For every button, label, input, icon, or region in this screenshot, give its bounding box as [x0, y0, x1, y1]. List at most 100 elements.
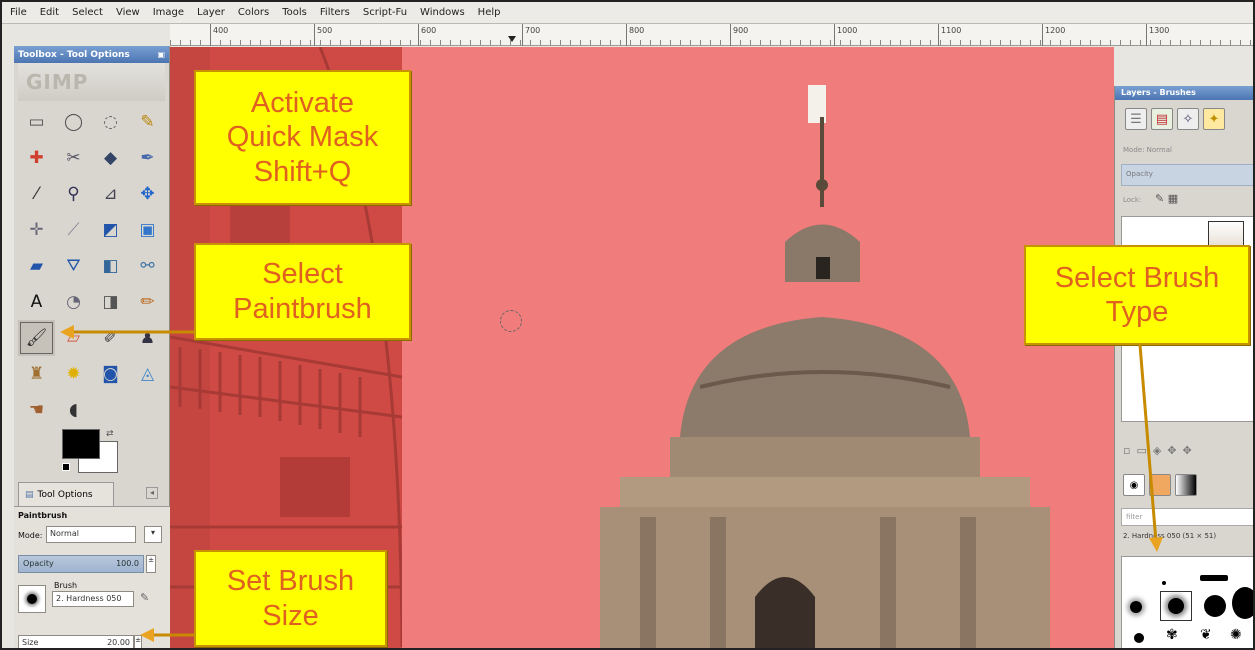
color-select-tool-button[interactable]: ✚ — [18, 140, 55, 176]
tab-layers[interactable]: ☰ — [1125, 108, 1147, 130]
move-tool-button[interactable]: ✥ — [129, 176, 166, 212]
menu-tools[interactable]: Tools — [282, 7, 307, 18]
tab-undo[interactable]: ✦ — [1203, 108, 1225, 130]
swap-colors-icon[interactable]: ⇄ — [106, 429, 114, 439]
ruler-major-tick — [730, 24, 731, 46]
menu-select[interactable]: Select — [72, 7, 103, 18]
eraser-tool-button[interactable]: ▱ — [55, 320, 92, 356]
tool-options-tab-label: Tool Options — [37, 489, 93, 500]
size-spin-icon[interactable]: ± — [134, 635, 142, 648]
zoom-tool-button[interactable]: ⚲ — [55, 176, 92, 212]
blur-sharpen-tool-button[interactable]: ◬ — [129, 356, 166, 392]
ruler-label: 600 — [421, 26, 437, 35]
menubar: File Edit Select View Image Layer Colors Tools F… — [2, 2, 1253, 24]
scale-tool-button[interactable]: ▣ — [129, 212, 166, 248]
opacity-slider[interactable]: Opacity 100.0 — [18, 555, 144, 573]
menu-file[interactable]: File — [10, 7, 27, 18]
brush-name-field[interactable]: 2. Hardness 050 — [52, 591, 134, 607]
size-field[interactable]: Size 20.00 — [18, 635, 134, 648]
size-label: Size — [22, 638, 39, 647]
paths-tool-button[interactable]: ✒ — [129, 140, 166, 176]
scissors-tool-button[interactable]: ✂ — [55, 140, 92, 176]
flip-icon: ◧ — [102, 255, 119, 276]
gimp-window: File Edit Select View Image Layer Colors Tools F… — [0, 0, 1255, 650]
brush-item[interactable] — [1232, 587, 1253, 619]
rect-select-tool-button[interactable]: ▭ — [18, 104, 55, 140]
close-icon[interactable]: ▣ — [157, 50, 165, 59]
tab-channels[interactable]: ▤ — [1151, 108, 1173, 130]
color-picker-tool-button[interactable]: ⁄ — [18, 176, 55, 212]
tab-menu-icon[interactable]: ◂ — [146, 487, 158, 499]
text-tool-button[interactable]: A — [18, 284, 55, 320]
toolbox-title: Toolbox - Tool Options — [18, 49, 130, 60]
paintbrush-tool-button[interactable]: 🖌 — [18, 320, 55, 356]
brush-item[interactable] — [1162, 581, 1166, 585]
menu-filters[interactable]: Filters — [320, 7, 350, 18]
reset-colors-icon[interactable] — [62, 463, 70, 471]
ruler-major-tick — [834, 24, 835, 46]
brush-item[interactable]: ✾ — [1166, 627, 1178, 643]
ellipse-select-tool-button[interactable]: ◯ — [55, 104, 92, 140]
brush-item[interactable]: ❦ — [1200, 627, 1212, 643]
selected-brush-item[interactable] — [1168, 598, 1184, 614]
brushes-grid[interactable]: ✾ ❦ ✺ — [1121, 556, 1253, 648]
foreground-select-tool-button[interactable]: ◆ — [92, 140, 129, 176]
edit-brush-icon[interactable]: ✎ — [140, 591, 149, 604]
menu-edit[interactable]: Edit — [40, 7, 59, 18]
foreground-color-swatch[interactable] — [62, 429, 100, 459]
measure-tool-button[interactable]: ⊿ — [92, 176, 129, 212]
shear-tool-button[interactable]: ▰ — [18, 248, 55, 284]
tab-gradients[interactable] — [1175, 474, 1197, 496]
brush-item[interactable] — [1204, 595, 1226, 617]
lock-pixels-icon[interactable]: ✎ ▦ — [1155, 192, 1178, 205]
brush-item[interactable]: ✺ — [1230, 627, 1242, 643]
layer-buttons-icon[interactable]: ▫▭◈✥✥ — [1123, 444, 1198, 457]
menu-windows[interactable]: Windows — [420, 7, 465, 18]
perspective-tool-button[interactable]: ⛛ — [55, 248, 92, 284]
paths-icon: ✒ — [140, 147, 155, 168]
tab-patterns[interactable] — [1149, 474, 1171, 496]
menu-colors[interactable]: Colors — [238, 7, 269, 18]
rotate-tool-button[interactable]: ◩ — [92, 212, 129, 248]
layer-thumbnail[interactable] — [1208, 221, 1244, 247]
tab-tool-options[interactable]: ▤ Tool Options — [18, 482, 114, 506]
brush-item[interactable] — [1200, 575, 1228, 581]
eraser-icon: ▱ — [66, 327, 81, 348]
fg-bg-colors[interactable]: ⇄ — [62, 429, 126, 479]
callout-line: Shift+Q — [253, 155, 352, 188]
menu-layer[interactable]: Layer — [197, 7, 225, 18]
cage-tool-button[interactable]: ⚯ — [129, 248, 166, 284]
perspective-clone-tool-button[interactable]: ◙ — [92, 356, 129, 392]
lock-label: Lock: — [1123, 196, 1142, 204]
menu-scriptfu[interactable]: Script-Fu — [363, 7, 407, 18]
dodge-burn-tool-button[interactable]: ◖ — [55, 392, 92, 428]
smudge-tool-button[interactable]: ☚ — [18, 392, 55, 428]
layer-opacity-slider[interactable]: Opacity — [1121, 164, 1253, 186]
bucket-fill-tool-button[interactable]: ◔ — [55, 284, 92, 320]
clone-tool-button[interactable]: ♜ — [18, 356, 55, 392]
magic-wand-tool-button[interactable]: ✎ — [129, 104, 166, 140]
ruler-label: 800 — [629, 26, 645, 35]
menu-image[interactable]: Image — [153, 7, 184, 18]
brush-preview-button[interactable] — [18, 585, 46, 613]
pencil-tool-button[interactable]: ✏ — [129, 284, 166, 320]
brush-item[interactable] — [1130, 601, 1142, 613]
brush-item[interactable] — [1134, 633, 1144, 643]
menu-help[interactable]: Help — [478, 7, 501, 18]
airbrush-tool-button[interactable]: ✐ — [92, 320, 129, 356]
mode-select[interactable]: Normal — [46, 526, 136, 543]
ink-tool-button[interactable]: ♟ — [129, 320, 166, 356]
mode-dropdown-icon[interactable]: ▾ — [144, 526, 162, 543]
blend-tool-button[interactable]: ◨ — [92, 284, 129, 320]
opacity-spin-icon[interactable]: ± — [146, 555, 156, 573]
menu-view[interactable]: View — [116, 7, 140, 18]
tab-brushes[interactable]: ◉ — [1123, 474, 1145, 496]
align-tool-button[interactable]: ✛ — [18, 212, 55, 248]
heal-tool-button[interactable]: ✹ — [55, 356, 92, 392]
flip-tool-button[interactable]: ◧ — [92, 248, 129, 284]
tab-paths[interactable]: ✧ — [1177, 108, 1199, 130]
lasso-tool-button[interactable]: ◌ — [92, 104, 129, 140]
crop-tool-button[interactable]: ⟋ — [55, 212, 92, 248]
brush-filter-input[interactable]: filter — [1121, 508, 1253, 526]
toolbox-title-bar: Toolbox - Tool Options ▣ — [14, 46, 169, 63]
